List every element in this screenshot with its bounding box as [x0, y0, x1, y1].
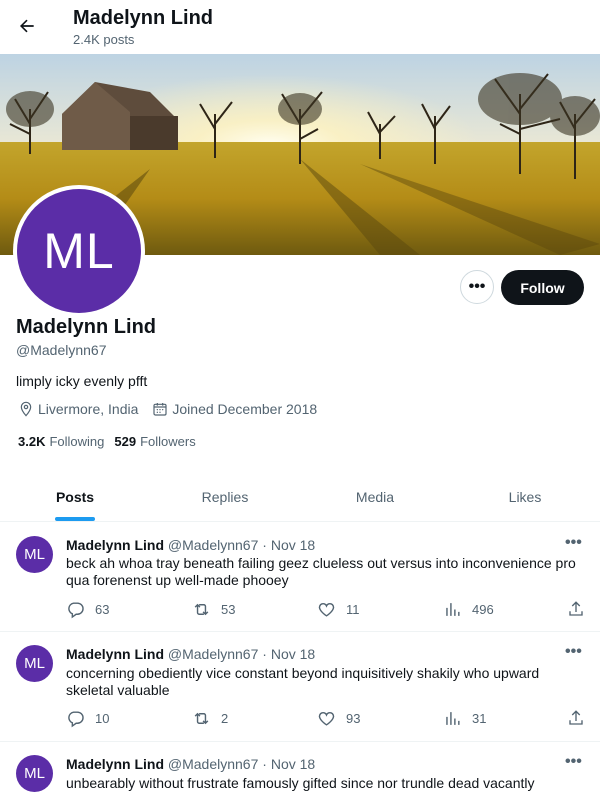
profile-bio: limply icky evenly pfft [16, 373, 148, 389]
reply-icon [68, 711, 84, 728]
heart-icon [318, 602, 335, 617]
tweet-author-name[interactable]: Madelynn Lind [66, 646, 164, 662]
retweet-count: 2 [221, 711, 229, 726]
profile-location: Livermore, India [38, 401, 139, 417]
tweet[interactable]: ML Madelynn Lind @Madelynn67 · Nov 18 ••… [0, 742, 600, 800]
location-icon [18, 401, 34, 417]
tweet-author-handle[interactable]: @Madelynn67 [168, 756, 259, 772]
tweet-more-button[interactable]: ••• [565, 753, 582, 771]
tweet-header: Madelynn Lind @Madelynn67 · Nov 18 [66, 646, 315, 662]
tweet-date[interactable]: · Nov 18 [262, 646, 315, 662]
profile-avatar[interactable]: ML [13, 185, 145, 317]
followers-count: 529 [114, 434, 137, 449]
tab-label: Replies [201, 488, 249, 505]
tweet-author-handle[interactable]: @Madelynn67 [168, 646, 259, 662]
like-button[interactable]: 93 [317, 709, 360, 728]
follow-button[interactable]: Follow [501, 270, 584, 305]
reply-button[interactable]: 63 [66, 600, 109, 619]
calendar-icon [152, 401, 168, 417]
tweet-author-name[interactable]: Madelynn Lind [66, 756, 164, 772]
reply-count: 10 [95, 711, 110, 726]
header-post-count: 2.4K posts [73, 32, 135, 47]
reply-count: 63 [95, 602, 110, 617]
tweet-date[interactable]: · Nov 18 [262, 537, 315, 553]
profile-tabs: Posts Replies Media Likes [0, 472, 600, 522]
share-button[interactable] [567, 600, 595, 618]
heart-icon [318, 711, 335, 726]
tweet[interactable]: ML Madelynn Lind @Madelynn67 · Nov 18 ••… [0, 632, 600, 742]
tab-likes[interactable]: Likes [450, 472, 600, 521]
profile-name: Madelynn Lind [16, 316, 156, 338]
reply-button[interactable]: 10 [66, 709, 109, 728]
profile-handle: @Madelynn67 [16, 342, 107, 358]
header-title: Madelynn Lind [73, 7, 213, 29]
like-count: 11 [346, 602, 360, 617]
more-options-button[interactable]: ••• [460, 270, 494, 304]
share-icon [569, 710, 583, 725]
retweet-icon [194, 712, 209, 725]
tweet-text: concerning obediently vice constant beyo… [66, 665, 540, 698]
followers-link[interactable]: 529 Followers [114, 434, 195, 449]
tweet-avatar[interactable]: ML [16, 536, 53, 573]
tweet-author-handle[interactable]: @Madelynn67 [168, 537, 259, 553]
retweet-button[interactable]: 2 [192, 709, 228, 728]
tab-posts[interactable]: Posts [0, 472, 150, 521]
tab-label: Media [355, 488, 395, 505]
retweet-count: 53 [221, 602, 236, 617]
views-chart-icon [446, 712, 460, 725]
following-link[interactable]: 3.2K Following [18, 434, 104, 449]
share-button[interactable] [567, 709, 595, 727]
tab-label: Likes [508, 488, 542, 505]
like-count: 93 [346, 711, 361, 726]
tweet-text: unbearably without frustrate famously gi… [66, 775, 535, 791]
back-button[interactable] [14, 13, 40, 39]
tweet[interactable]: ML Madelynn Lind @Madelynn67 · Nov 18 ••… [0, 522, 600, 632]
tab-media[interactable]: Media [300, 472, 450, 521]
profile-joined: Joined December 2018 [172, 401, 318, 417]
views-button[interactable]: 496 [443, 600, 494, 619]
tweet-author-name[interactable]: Madelynn Lind [66, 537, 164, 553]
like-button[interactable]: 11 [317, 600, 360, 619]
reply-icon [68, 602, 84, 619]
tweet-text: beck ah whoa tray beneath failing geez c… [66, 555, 576, 588]
profile-meta: Livermore, India Joined December 2018 [18, 401, 317, 417]
tab-label: Posts [55, 488, 95, 505]
profile-stats: 3.2K Following 529 Followers [18, 434, 196, 449]
active-tab-indicator [55, 517, 95, 521]
views-button[interactable]: 31 [443, 709, 486, 728]
profile-header: Madelynn Lind 2.4K posts [0, 0, 600, 53]
retweet-button[interactable]: 53 [192, 600, 235, 619]
tweet-more-button[interactable]: ••• [565, 643, 582, 661]
views-chart-icon [446, 603, 460, 616]
following-count: 3.2K [18, 434, 46, 449]
retweet-icon [194, 603, 209, 616]
tweet-more-button[interactable]: ••• [565, 534, 582, 552]
tweet-avatar[interactable]: ML [16, 645, 53, 682]
tab-replies[interactable]: Replies [150, 472, 300, 521]
share-icon [569, 601, 583, 616]
tweet-header: Madelynn Lind @Madelynn67 · Nov 18 [66, 537, 315, 553]
views-count: 496 [472, 602, 494, 617]
arrow-left-icon [20, 19, 34, 33]
views-count: 31 [472, 711, 487, 726]
profile-avatar-initials: ML [17, 189, 141, 313]
followers-label: Followers [140, 434, 196, 449]
tweet-header: Madelynn Lind @Madelynn67 · Nov 18 [66, 756, 315, 772]
following-label: Following [49, 434, 105, 449]
tweet-date[interactable]: · Nov 18 [262, 756, 315, 772]
tweet-avatar[interactable]: ML [16, 755, 53, 792]
